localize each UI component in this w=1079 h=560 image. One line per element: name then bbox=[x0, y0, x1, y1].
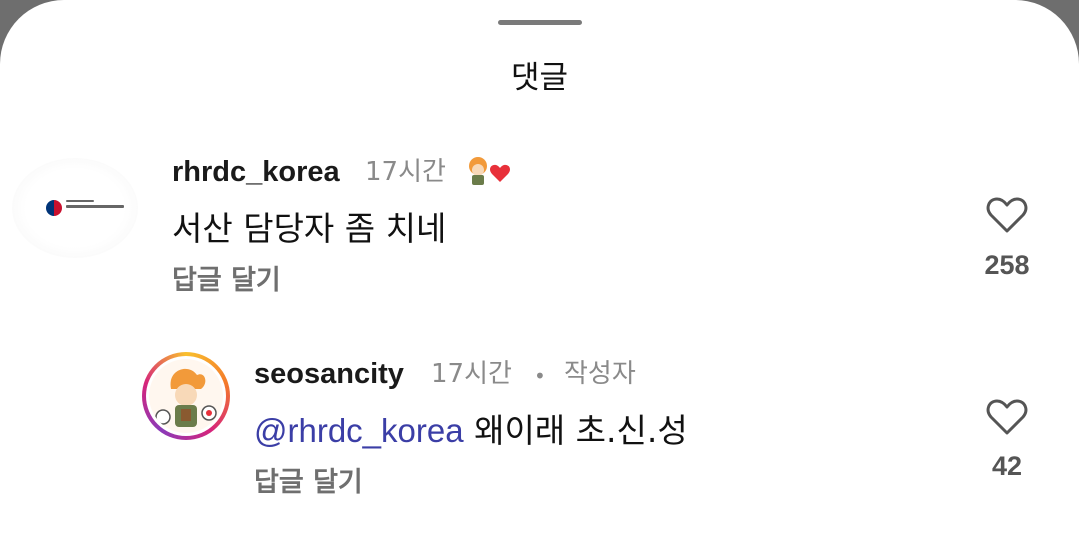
sheet-title: 댓글 bbox=[510, 60, 569, 96]
logo-text-graphic bbox=[66, 200, 126, 208]
reply-button[interactable]: 답글 달기 bbox=[172, 263, 281, 299]
drag-handle[interactable] bbox=[498, 20, 582, 25]
mascot-avatar-icon bbox=[149, 359, 223, 433]
comment-time: 17시간 bbox=[365, 157, 446, 187]
comment-username[interactable]: seosancity bbox=[254, 356, 404, 392]
separator-dot: • bbox=[534, 364, 546, 388]
comment-text: @rhrdc_korea 왜이래 초.신.성 bbox=[254, 410, 688, 452]
comment-time: 17시간 bbox=[431, 359, 512, 389]
author-badge: 작성자 bbox=[564, 359, 636, 389]
comments-sheet: 댓글 rhrdc_korea 17시간 서산 담당자 좀 치네 답글 달기 25… bbox=[0, 0, 1079, 560]
heart-icon[interactable] bbox=[986, 196, 1028, 234]
avatar[interactable] bbox=[142, 352, 230, 440]
mention-link[interactable]: @rhrdc_korea bbox=[254, 412, 464, 449]
character-heart-sticker-icon bbox=[469, 157, 510, 185]
reply-button[interactable]: 답글 달기 bbox=[254, 465, 363, 501]
comment-username[interactable]: rhrdc_korea bbox=[172, 154, 340, 190]
like-count: 42 bbox=[991, 451, 1023, 481]
comment-text-body: 왜이래 초.신.성 bbox=[463, 411, 688, 450]
heart-icon[interactable] bbox=[986, 398, 1028, 436]
avatar[interactable] bbox=[12, 158, 138, 258]
government-logo-icon bbox=[46, 200, 62, 216]
like-count: 258 bbox=[984, 250, 1030, 280]
comment-text: 서산 담당자 좀 치네 bbox=[172, 209, 447, 248]
